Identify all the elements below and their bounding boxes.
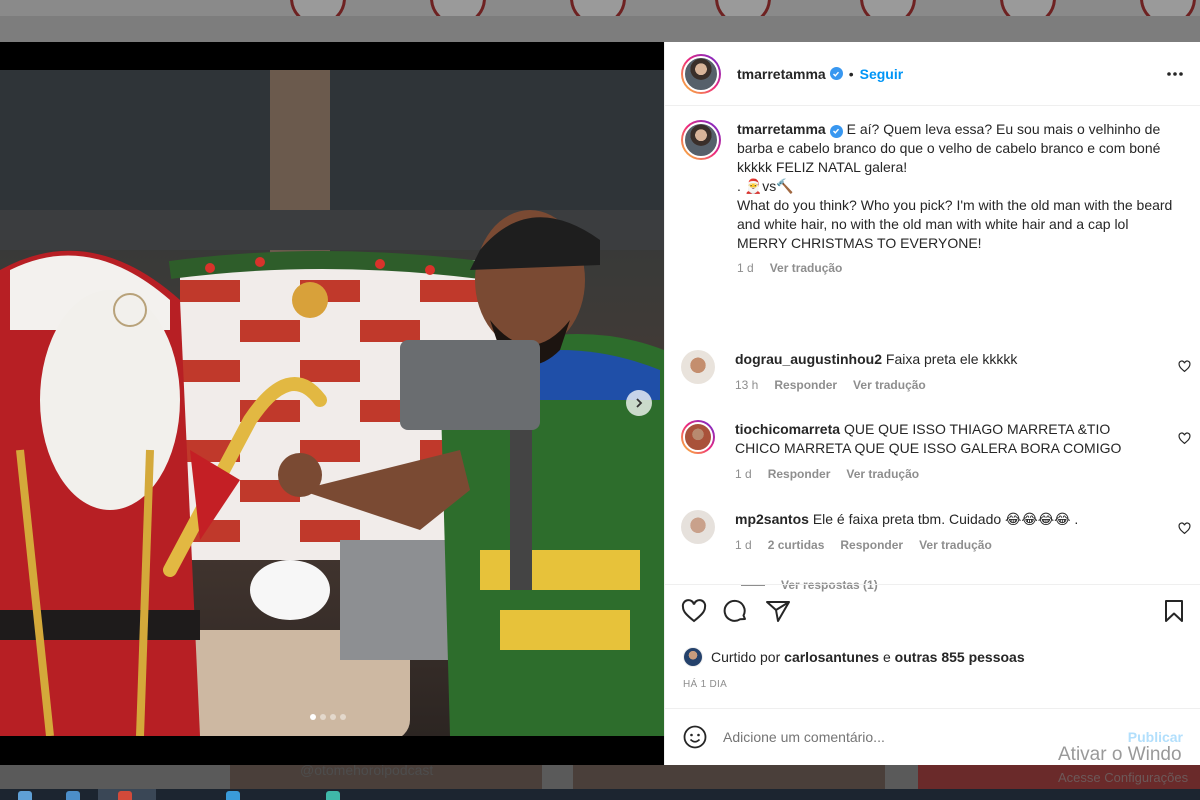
comment-time[interactable]: 1 d [735, 465, 752, 484]
post-caption: tmarretamma E aí? Quem leva essa? Eu sou… [681, 120, 1181, 278]
caption-time[interactable]: 1 d [737, 259, 754, 278]
comment-reply-button[interactable]: Responder [840, 536, 903, 555]
commenter-avatar[interactable] [681, 510, 715, 544]
header-separator: • [848, 65, 854, 82]
verified-badge-icon [829, 124, 843, 138]
comment-username[interactable]: tiochicomarreta [735, 421, 840, 437]
story-avatar [1140, 0, 1196, 16]
taskbar-icon[interactable] [226, 791, 240, 800]
comment-username[interactable]: mp2santos [735, 511, 809, 527]
carousel-dot [310, 714, 316, 720]
comment-button[interactable] [723, 599, 749, 623]
heart-icon [681, 599, 707, 623]
like-button[interactable] [681, 599, 707, 623]
story-avatar [290, 0, 346, 16]
more-horizontal-icon [1167, 72, 1183, 76]
author-avatar[interactable] [681, 53, 721, 94]
commenter-avatar[interactable] [681, 350, 715, 384]
bookmark-icon [1165, 600, 1183, 622]
taskbar-icon[interactable] [66, 791, 80, 800]
caption-emoji-line: . 🎅vs🔨 [737, 178, 794, 194]
carousel-dots [310, 714, 346, 720]
comment-username[interactable]: dograu_augustinhou2 [735, 351, 882, 367]
comment-item: dograu_augustinhou2 Faixa preta ele kkkk… [681, 350, 1191, 395]
comment-reply-button[interactable]: Responder [768, 465, 831, 484]
heart-outline-icon [1178, 432, 1191, 445]
activation-subtitle: Acesse Configurações [1058, 770, 1189, 785]
follow-button[interactable]: Seguir [860, 66, 904, 82]
post-details-panel: tmarretamma • Seguir tmarretamma E aí? Q… [664, 42, 1200, 765]
post-date[interactable]: HÁ 1 DIA [683, 679, 727, 690]
caption-username[interactable]: tmarretamma [737, 121, 826, 137]
photo-illustration [0, 70, 664, 736]
background-stories-strip [0, 0, 1200, 16]
heart-outline-icon [1178, 522, 1191, 535]
comment-text: Faixa preta ele kkkkk [885, 351, 1018, 367]
liker-avatar[interactable] [683, 647, 703, 667]
publish-button[interactable]: Publicar [1128, 729, 1183, 745]
comment-reply-button[interactable]: Responder [774, 376, 837, 395]
emoji-icon [683, 725, 707, 749]
taskbar-icon[interactable] [326, 791, 340, 800]
taskbar-chrome-icon[interactable] [118, 791, 132, 800]
comment-translate-link[interactable]: Ver tradução [853, 376, 926, 395]
feed-thumbnail [573, 765, 885, 789]
caption-translate-link[interactable]: Ver tradução [770, 259, 843, 278]
comment-likes-count[interactable]: 2 curtidas [768, 536, 825, 555]
comment-item: tiochicomarreta QUE QUE ISSO THIAGO MARR… [681, 420, 1191, 484]
windows-activation-watermark: Ativar o Windo Acesse Configurações [1058, 744, 1188, 785]
likes-connector: e [882, 649, 891, 665]
post-media [0, 42, 664, 765]
heart-outline-icon [1178, 360, 1191, 373]
activation-title: Ativar o Windo [1058, 744, 1182, 765]
likes-prefix: Curtido por [711, 649, 781, 665]
next-slide-button[interactable] [626, 390, 652, 416]
comments-list[interactable]: tmarretamma E aí? Quem leva essa? Eu sou… [665, 106, 1200, 620]
comment-item: mp2santos Ele é faixa preta tbm. Cuidado… [681, 510, 1191, 555]
comment-like-button[interactable] [1178, 432, 1191, 445]
taskbar-icon[interactable] [18, 791, 32, 800]
story-avatar [860, 0, 916, 16]
carousel-dot [340, 714, 346, 720]
comment-time[interactable]: 1 d [735, 536, 752, 555]
more-options-button[interactable] [1165, 64, 1185, 84]
author-username[interactable]: tmarretamma [737, 66, 826, 82]
comment-time[interactable]: 13 h [735, 376, 758, 395]
carousel-dot [320, 714, 326, 720]
verified-badge-icon [829, 67, 843, 80]
chevron-right-icon [636, 398, 643, 408]
story-avatar [1000, 0, 1056, 16]
background-feed-strip [0, 765, 1200, 789]
story-avatar [430, 0, 486, 16]
comment-icon [723, 599, 746, 622]
comment-input[interactable] [723, 729, 1063, 745]
caption-text-en: What do you think? Who you pick? I'm wit… [737, 197, 1173, 251]
story-avatar [715, 0, 771, 16]
comment-translate-link[interactable]: Ver tradução [919, 536, 992, 555]
emoji-button[interactable] [683, 725, 707, 749]
save-button[interactable] [1163, 599, 1185, 623]
send-icon [766, 601, 790, 622]
post-modal: tmarretamma • Seguir tmarretamma E aí? Q… [0, 42, 1200, 785]
share-button[interactable] [765, 599, 791, 623]
comment-translate-link[interactable]: Ver tradução [846, 465, 919, 484]
likes-others[interactable]: outras 855 pessoas [895, 649, 1025, 665]
comment-like-button[interactable] [1178, 360, 1191, 373]
post-actions: Curtido por carlosantunes e outras 855 p… [665, 584, 1200, 708]
post-photo [0, 70, 664, 736]
caption-author-avatar[interactable] [681, 120, 721, 160]
comment-like-button[interactable] [1178, 522, 1191, 535]
likes-summary[interactable]: Curtido por carlosantunes e outras 855 p… [683, 647, 1025, 667]
post-header: tmarretamma • Seguir [665, 42, 1200, 106]
carousel-dot [330, 714, 336, 720]
windows-taskbar [0, 789, 1200, 800]
comment-text: Ele é faixa preta tbm. Cuidado 😂😂😂😂 . [812, 511, 1079, 527]
likes-user[interactable]: carlosantunes [784, 649, 879, 665]
story-avatar [570, 0, 626, 16]
commenter-avatar[interactable] [681, 420, 715, 454]
